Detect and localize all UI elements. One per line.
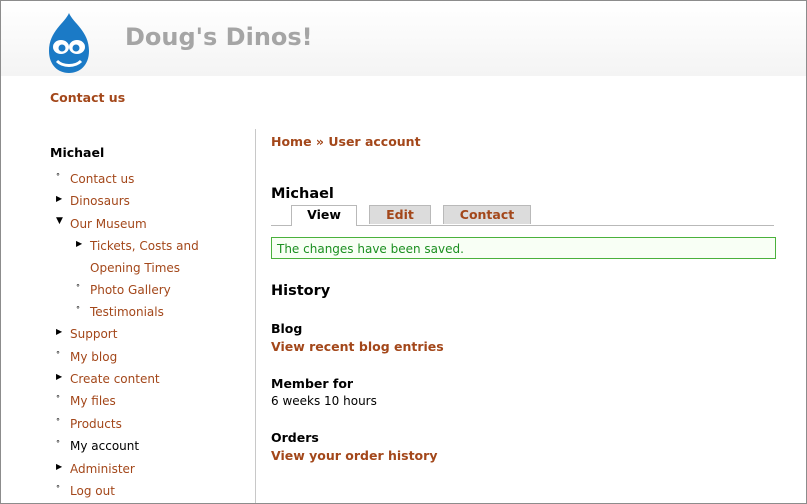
site-name[interactable]: Doug's Dinos! — [125, 23, 313, 51]
sidebar-item-my-blog[interactable]: ° My blog — [50, 346, 250, 368]
sidebar-item-label: Our Museum — [70, 216, 147, 231]
sidebar-item-label: Testimonials — [90, 305, 164, 320]
sidebar-item-create-content[interactable]: ▶ Create content — [50, 368, 250, 390]
expanded-arrow-icon: ▼ — [56, 215, 63, 226]
main-content: Home » User account Michael View Edit Co… — [271, 134, 781, 463]
status-message: The changes have been saved. — [271, 237, 776, 259]
sidebar-item-our-museum[interactable]: ▼ Our Museum ▶ Tickets, Costs and Openin… — [50, 213, 250, 323]
site-header: Doug's Dinos! — [1, 1, 806, 76]
account-tabs: View Edit Contact — [271, 205, 774, 226]
collapsed-arrow-icon: ▶ — [56, 372, 63, 382]
breadcrumb-user-account-link[interactable]: User account — [328, 134, 420, 149]
sidebar-item-label: Dinosaurs — [70, 194, 130, 209]
page-title: Michael — [271, 186, 334, 202]
primary-link-contact-us[interactable]: Contact us — [50, 90, 125, 105]
sidebar-divider — [255, 129, 256, 503]
breadcrumb: Home » User account — [271, 134, 781, 149]
sidebar-item-label: Support — [70, 327, 118, 342]
sidebar-item-label: Tickets, Costs and Opening Times — [90, 239, 199, 276]
tab-view[interactable]: View — [291, 205, 357, 226]
browser-page: Doug's Dinos! Contact us Michael ° Conta… — [0, 0, 807, 504]
sidebar-title: Michael — [50, 145, 105, 160]
sidebar-item-label: My blog — [70, 349, 118, 364]
leaf-bullet-icon: ° — [56, 349, 60, 359]
tab-contact[interactable]: Contact — [443, 205, 531, 224]
sidebar-item-label: My files — [70, 394, 116, 409]
breadcrumb-home-link[interactable]: Home — [271, 134, 312, 149]
view-blog-entries-link[interactable]: View recent blog entries — [271, 339, 781, 354]
sidebar-item-tickets[interactable]: ▶ Tickets, Costs and Opening Times — [70, 235, 250, 279]
sidebar-item-label: Administer — [70, 461, 135, 476]
sidebar-menu: ° Contact us ▶ Dinosaurs ▼ Our Museum ▶ … — [50, 168, 250, 502]
sidebar-item-label: My account — [70, 439, 140, 454]
sidebar-item-label: Create content — [70, 372, 160, 387]
sidebar-item-photo-gallery[interactable]: ° Photo Gallery — [70, 279, 250, 301]
submenu-our-museum: ▶ Tickets, Costs and Opening Times ° Pho… — [70, 235, 250, 323]
member-for-value: 6 weeks 10 hours — [271, 394, 377, 408]
view-order-history-link[interactable]: View your order history — [271, 448, 781, 463]
collapsed-arrow-icon: ▶ — [76, 239, 83, 249]
sidebar-item-log-out[interactable]: ° Log out — [50, 480, 250, 502]
sidebar-item-label: Products — [70, 416, 122, 431]
orders-label: Orders — [271, 430, 319, 445]
leaf-bullet-icon: ° — [56, 172, 60, 181]
sidebar-item-administer[interactable]: ▶ Administer — [50, 458, 250, 480]
sidebar-item-my-files[interactable]: ° My files — [50, 390, 250, 412]
sidebar-item-contact-us[interactable]: ° Contact us — [50, 168, 250, 190]
leaf-bullet-icon: ° — [56, 439, 60, 449]
sidebar-item-products[interactable]: ° Products — [50, 413, 250, 435]
sidebar-item-label: Contact us — [70, 172, 135, 186]
leaf-bullet-icon: ° — [56, 416, 60, 426]
sidebar-item-label: Log out — [70, 484, 115, 499]
sidebar-item-label: Photo Gallery — [90, 283, 171, 298]
breadcrumb-separator: » — [315, 134, 324, 149]
collapsed-arrow-icon: ▶ — [56, 461, 63, 471]
leaf-bullet-icon: ° — [56, 394, 60, 404]
sidebar-item-testimonials[interactable]: ° Testimonials — [70, 301, 250, 323]
leaf-bullet-icon: ° — [76, 305, 80, 315]
sidebar-item-my-account[interactable]: ° My account — [50, 435, 250, 457]
history-heading: History — [271, 283, 331, 299]
sidebar-item-support[interactable]: ▶ Support — [50, 323, 250, 345]
drupal-logo-icon[interactable] — [37, 11, 101, 75]
collapsed-arrow-icon: ▶ — [56, 194, 63, 204]
member-for-label: Member for — [271, 376, 354, 391]
sidebar-item-dinosaurs[interactable]: ▶ Dinosaurs — [50, 190, 250, 212]
collapsed-arrow-icon: ▶ — [56, 327, 63, 337]
leaf-bullet-icon: ° — [76, 283, 80, 293]
sidebar-user-menu: Michael ° Contact us ▶ Dinosaurs ▼ Our M… — [50, 145, 250, 502]
blog-label: Blog — [271, 321, 303, 336]
tab-edit[interactable]: Edit — [369, 205, 431, 224]
leaf-bullet-icon: ° — [56, 484, 60, 494]
